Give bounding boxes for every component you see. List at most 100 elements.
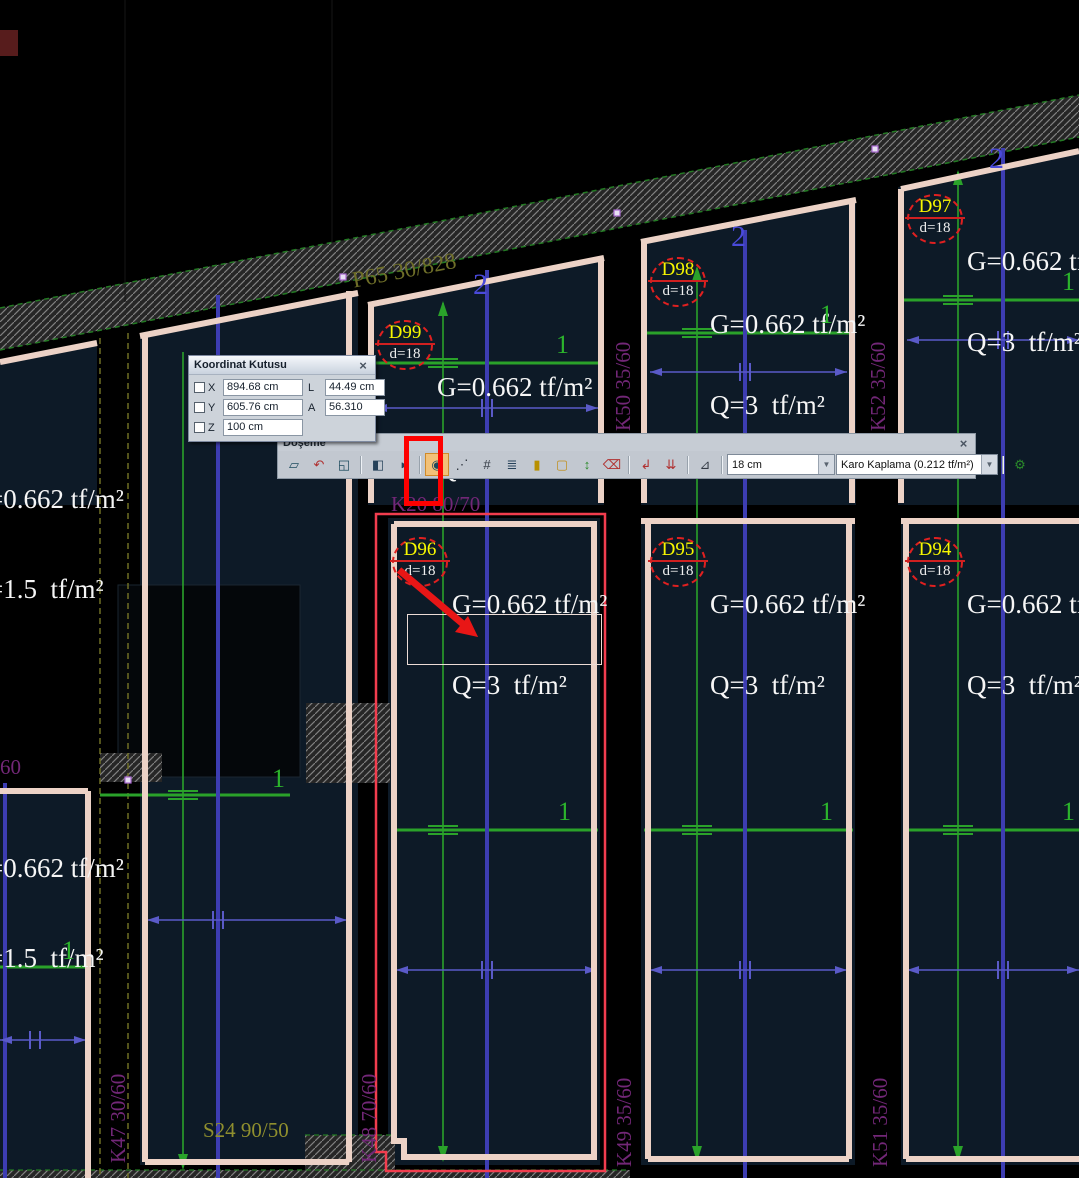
koordinat-dialog-body: X 894.68 cm L 44.49 cm Y 605.76 cm A 56.… (189, 375, 375, 441)
g-load: G=0.662 tf/m² (452, 591, 607, 618)
materials-gear-icon[interactable]: ⚙ (1008, 453, 1032, 476)
y-coordinate-field[interactable]: 605.76 cm (223, 399, 303, 416)
slab-edit-icon[interactable]: ◱ (332, 453, 356, 476)
slab-divider (375, 343, 435, 345)
chevron-down-icon[interactable]: ▼ (818, 455, 834, 474)
slab-thickness: d=18 (663, 562, 694, 581)
annotation-highlight-box (404, 436, 443, 506)
slab-circle: D94 d=18 (907, 537, 963, 587)
slab-region-icon[interactable]: ▢ (550, 453, 574, 476)
material-combo[interactable]: Karo Kaplama (0.212 tf/m²) ▼ (836, 454, 998, 475)
column-label-s24[interactable]: S24 90/50 (203, 1118, 289, 1143)
slab-layers-icon[interactable]: ≣ (500, 453, 524, 476)
slab-divider (905, 560, 965, 562)
slab-loads: G=0.662 tf/m² Q=3 tf/m² (452, 537, 607, 753)
axis-label-2: 2 (731, 222, 746, 252)
x-lock-checkbox[interactable]: X (194, 382, 218, 394)
axis-label-1: 1 (820, 799, 833, 825)
angle-field[interactable]: 56.310 (325, 399, 385, 416)
q-load: Q=3 tf/m² (967, 672, 1079, 699)
toolbar-separator (360, 456, 362, 474)
close-icon[interactable]: × (356, 358, 370, 373)
axis-label-1: 1 (1062, 269, 1075, 295)
q-load: Q=3 tf/m² (710, 392, 865, 419)
axis-label-2: 2 (473, 270, 488, 300)
x-coordinate-field[interactable]: 894.68 cm (223, 379, 303, 396)
beam-label-k48[interactable]: K48 70/60 (357, 1033, 382, 1163)
checkbox-icon[interactable] (194, 382, 205, 393)
ramp-icon[interactable]: ⊿ (693, 453, 717, 476)
slab-circle: D99 d=18 (377, 320, 433, 370)
corner-load-icon[interactable]: ↲ (634, 453, 658, 476)
y-lock-checkbox[interactable]: Y (194, 402, 218, 414)
toolbar-separator (721, 456, 723, 474)
slab-draw-icon[interactable]: ▱ (282, 453, 306, 476)
span-direction-icon[interactable]: ↕ (575, 453, 599, 476)
slab-slope-icon[interactable]: ⋰ (450, 453, 474, 476)
q-load: Q=3 tf/m² (967, 329, 1079, 356)
y-label: Y (208, 402, 215, 414)
material-combo-value: Karo Kaplama (0.212 tf/m²) (841, 459, 974, 471)
cad-window: D99 d=18 G=0.662 tf/m² Q=3 tf/m² D98 d=1… (0, 0, 1079, 1178)
axis-label-2: 2 (989, 144, 1004, 174)
slab-loads: G=0.662 tf/m² Q=3 tf/m² (967, 537, 1079, 753)
q-load: Q=3 tf/m² (710, 672, 865, 699)
slab-thickness: d=18 (920, 562, 951, 581)
slab-hatch-icon[interactable]: # (475, 453, 499, 476)
thickness-combo[interactable]: 18 cm ▼ (727, 454, 835, 475)
slab-import-icon[interactable]: ↶ (307, 453, 331, 476)
slab-tag-d94[interactable]: D94 d=18 G=0.662 tf/m² Q=3 tf/m² (907, 537, 1079, 753)
slab-circle: D98 d=18 (650, 257, 706, 307)
g-load: =0.662 tf/m² (0, 853, 124, 883)
q-load: =1.5 tf/m² (0, 574, 124, 604)
toolbar-separator (1002, 456, 1004, 474)
beam-label-k50[interactable]: K50 35/60 (611, 301, 636, 431)
slab-loads: G=0.662 tf/m² Q=3 tf/m² (710, 537, 865, 753)
z-coordinate-field[interactable]: 100 cm (223, 419, 303, 436)
length-field[interactable]: 44.49 cm (325, 379, 385, 396)
checkbox-icon[interactable] (194, 422, 205, 433)
axis-label-1: 1 (556, 332, 569, 358)
g-load: G=0.662 tf/m² (967, 591, 1079, 618)
axis-label-1: 1 (1062, 799, 1075, 825)
doseme-toolbar-titlebar[interactable]: Döşeme × (278, 434, 975, 451)
beam-label-cut-60: 60 (0, 755, 21, 780)
doseme-toolbar[interactable]: Döşeme × ▱ ↶ ◱ ◧ ◗ ◉ ⋰ # ≣ ▮ ▢ ↕ ⌫ ↲ ⇊ ⊿ (277, 433, 976, 479)
checkbox-icon[interactable] (194, 402, 205, 413)
q-load: Q=3 tf/m² (452, 672, 607, 699)
load-arrows-icon[interactable]: ⇊ (659, 453, 683, 476)
beam-label-k52[interactable]: K52 35/60 (866, 301, 891, 431)
slab-tag-d97[interactable]: D97 d=18 G=0.662 tf/m² Q=3 tf/m² (907, 194, 1079, 410)
slab-tag-d96[interactable]: D96 d=18 G=0.662 tf/m² Q=3 tf/m² (392, 537, 607, 753)
close-icon[interactable]: × (957, 436, 970, 451)
slab-load-icon[interactable]: ▮ (525, 453, 549, 476)
g-load: G=0.662 tf/m² (437, 374, 592, 401)
slab-divider (648, 560, 708, 562)
chevron-down-icon[interactable]: ▼ (981, 455, 997, 474)
z-lock-checkbox[interactable]: Z (194, 422, 218, 434)
slab-name: D95 (662, 539, 695, 560)
axis-label-1: 1 (558, 799, 571, 825)
slab-thickness: d=18 (920, 219, 951, 238)
z-label: Z (208, 422, 215, 434)
toolbar-separator (628, 456, 630, 474)
slab-divider (905, 217, 965, 219)
erase-icon[interactable]: ⌫ (600, 453, 624, 476)
slab-thickness: d=18 (390, 345, 421, 364)
koordinat-dialog[interactable]: Koordinat Kutusu × X 894.68 cm L 44.49 c… (188, 355, 376, 442)
slab-name: D94 (919, 539, 952, 560)
slab-circle: D96 d=18 (392, 537, 448, 587)
slab-tag-d95[interactable]: D95 d=18 G=0.662 tf/m² Q=3 tf/m² (650, 537, 865, 753)
slab-name: D98 (662, 259, 695, 280)
beam-label-k51[interactable]: K51 35/60 (868, 1037, 893, 1167)
axis-label-1: 1 (62, 938, 75, 964)
slab-fill-icon[interactable]: ◧ (366, 453, 390, 476)
axis-label-1: 1 (272, 766, 285, 792)
thickness-combo-value: 18 cm (732, 459, 762, 471)
koordinat-dialog-titlebar[interactable]: Koordinat Kutusu × (189, 356, 375, 375)
beam-label-k47[interactable]: K47 30/60 (106, 1033, 131, 1163)
beam-label-k49[interactable]: K49 35/60 (612, 1037, 637, 1167)
g-load: G=0.662 tf/m² (710, 591, 865, 618)
axis-label-1: 1 (820, 302, 833, 328)
slab-name: D97 (919, 196, 952, 217)
